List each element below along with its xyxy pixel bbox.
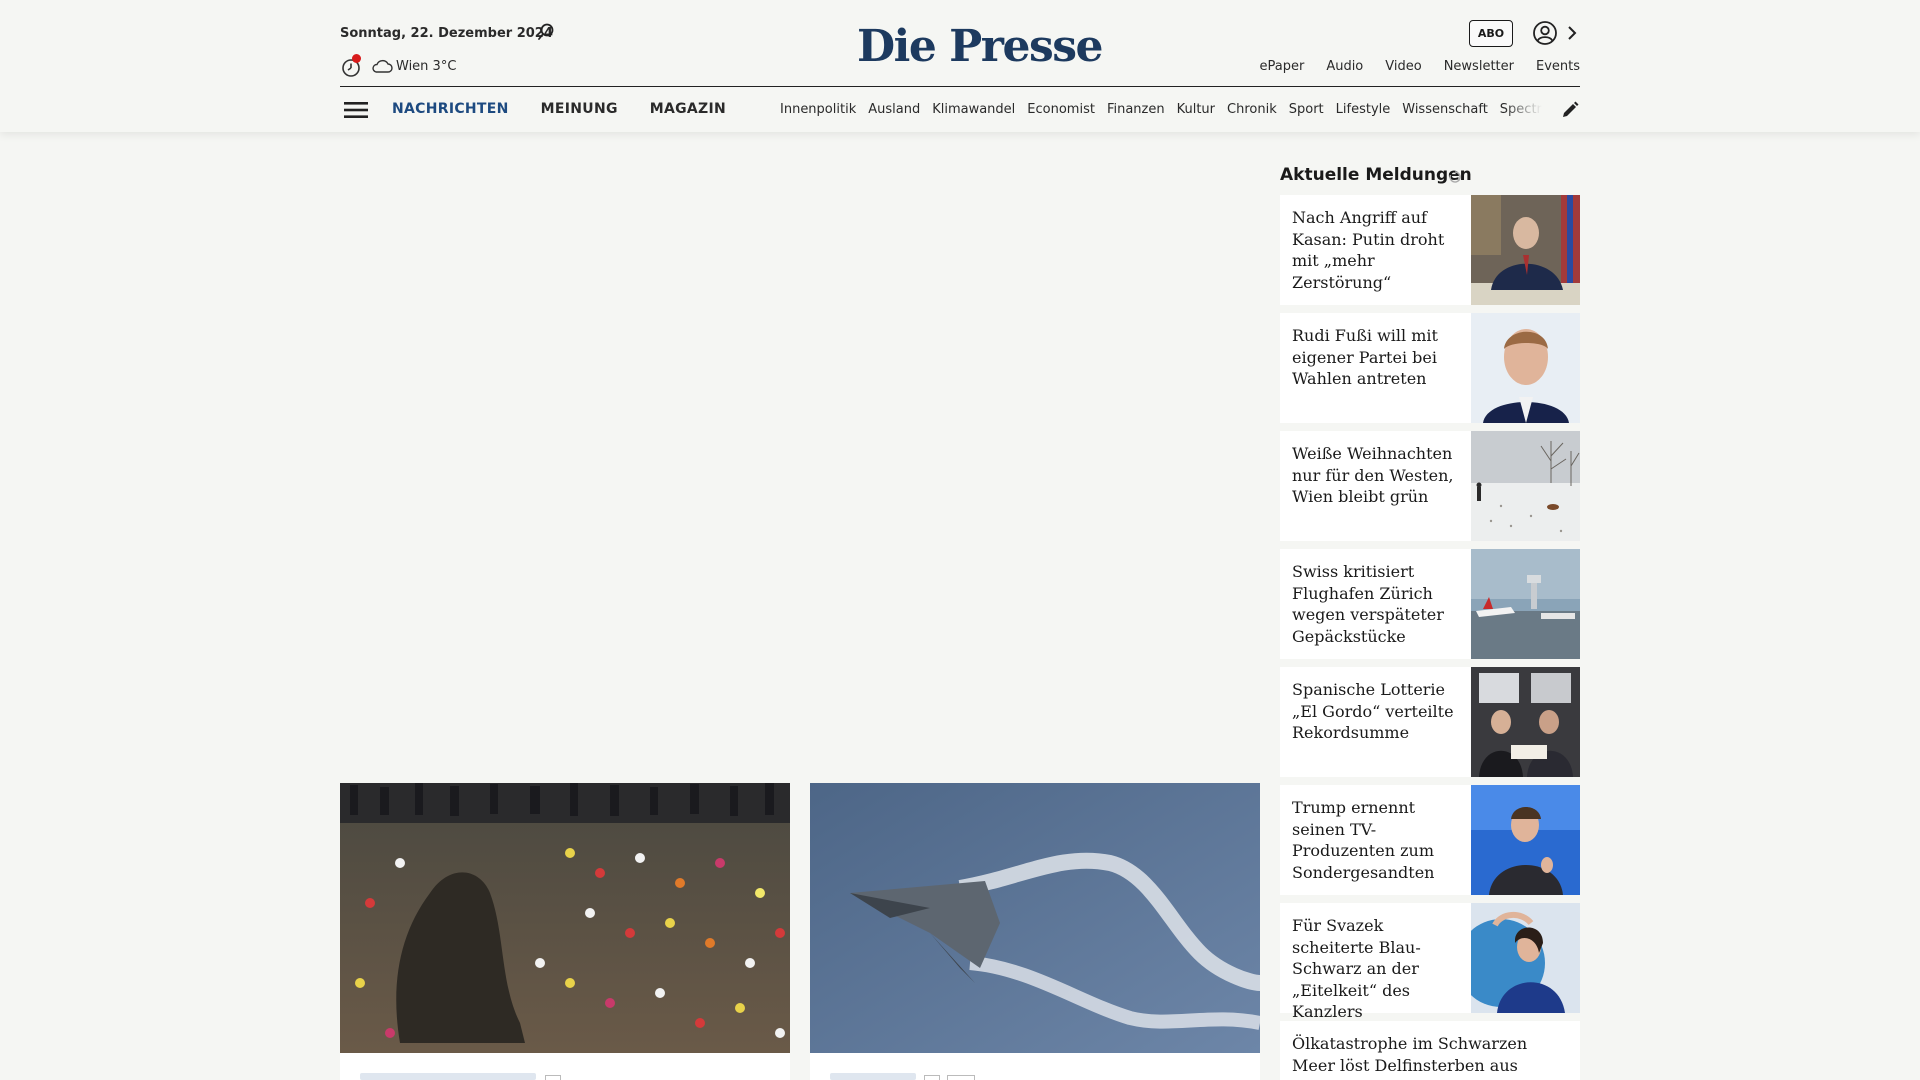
news-thumbnail [1471, 903, 1580, 1013]
subnav-kultur[interactable]: Kultur [1177, 102, 1215, 117]
subnav-ausland[interactable]: Ausland [868, 102, 920, 117]
news-thumbnail [1471, 313, 1580, 423]
current-date: Sonntag, 22. Dezember 2024 [340, 26, 553, 41]
abo-button[interactable]: ABO [1469, 20, 1513, 47]
section-nav: Innenpolitik Ausland Klimawandel Economi… [780, 102, 1542, 117]
news-headline: Ölkatastrophe im Schwarzen Meer löst Del… [1292, 1034, 1528, 1075]
news-headline: Swiss kritisiert Flughafen Zürich wegen … [1292, 562, 1444, 646]
article-card-image[interactable] [810, 783, 1260, 1053]
fighter-jet-photo [810, 783, 1260, 1053]
news-thumbnail [1471, 431, 1580, 541]
article-card-image[interactable] [340, 783, 790, 1053]
nav-magazin[interactable]: MAGAZIN [650, 101, 726, 117]
quicklink-video[interactable]: Video [1385, 59, 1421, 74]
news-item[interactable]: Swiss kritisiert Flughafen Zürich wegen … [1280, 549, 1580, 659]
subnav-sport[interactable]: Sport [1289, 102, 1324, 117]
news-thumbnail [1471, 667, 1580, 777]
politician-photo [1471, 903, 1580, 1013]
cloud-icon [372, 59, 393, 73]
news-item[interactable]: Spanische Lotterie „El Gordo“ verteilte … [1280, 667, 1580, 777]
news-headline: Weiße Weihnachten nur für den Westen, Wi… [1292, 444, 1454, 506]
search-icon[interactable] [536, 22, 556, 42]
subnav-innenpolitik[interactable]: Innenpolitik [780, 102, 856, 117]
news-item[interactable]: Weiße Weihnachten nur für den Westen, Wi… [1280, 431, 1580, 541]
subnav-lifestyle[interactable]: Lifestyle [1336, 102, 1391, 117]
notification-dot [352, 54, 361, 63]
news-headline: Nach Angriff auf Kasan: Putin droht mit … [1292, 208, 1445, 292]
news-headline: Spanische Lotterie „El Gordo“ verteilte … [1292, 680, 1454, 742]
subnav-finanzen[interactable]: Finanzen [1107, 102, 1165, 117]
subnav-chronik[interactable]: Chronik [1227, 102, 1277, 117]
article-card-badge [947, 1075, 975, 1080]
lottery-photo [1471, 667, 1580, 777]
news-item[interactable]: Rudi Fußi will mit eigener Partei bei Wa… [1280, 313, 1580, 423]
news-item[interactable]: Ölkatastrophe im Schwarzen Meer löst Del… [1280, 1021, 1580, 1080]
pencil-icon[interactable] [1561, 101, 1579, 119]
tv-producer-photo [1471, 785, 1580, 895]
news-item[interactable]: Für Svazek scheiterte Blau-Schwarz an de… [1280, 903, 1580, 1021]
nav-nachrichten[interactable]: NACHRICHTEN [392, 101, 509, 117]
portrait-photo [1471, 313, 1580, 423]
subnav-wissenschaft[interactable]: Wissenschaft [1402, 102, 1488, 117]
user-account-icon[interactable] [1532, 20, 1558, 46]
news-item[interactable]: Nach Angriff auf Kasan: Putin droht mit … [1280, 195, 1580, 305]
loading-spinner-icon [1449, 171, 1461, 183]
main-nav: NACHRICHTEN MEINUNG MAGAZIN [392, 101, 726, 117]
hamburger-menu-icon[interactable] [344, 101, 368, 119]
header-divider [340, 86, 1580, 87]
news-thumbnail [1471, 195, 1580, 305]
article-card-badge [924, 1075, 940, 1080]
putin-photo [1471, 195, 1580, 305]
article-card-tag [830, 1073, 916, 1080]
chevron-right-icon[interactable] [1566, 24, 1578, 42]
quicklink-events[interactable]: Events [1536, 59, 1580, 74]
news-thumbnail [1471, 785, 1580, 895]
memorial-flowers-photo [340, 783, 790, 1053]
article-card-badge [545, 1075, 561, 1080]
subnav-klimawandel[interactable]: Klimawandel [932, 102, 1015, 117]
winter-landscape-photo [1471, 431, 1580, 541]
quicklink-newsletter[interactable]: Newsletter [1444, 59, 1514, 74]
airport-photo [1471, 549, 1580, 659]
article-card-tag [360, 1073, 536, 1080]
subnav-economist[interactable]: Economist [1027, 102, 1095, 117]
quicklink-audio[interactable]: Audio [1326, 59, 1363, 74]
news-item[interactable]: Trump ernennt seinen TV-Produzenten zum … [1280, 785, 1580, 895]
subnav-spectrum[interactable]: Spectrum [1500, 102, 1542, 117]
news-headline: Für Svazek scheiterte Blau-Schwarz an de… [1292, 916, 1421, 1021]
sidebar-title: Aktuelle Meldungen [1280, 165, 1472, 185]
news-headline: Trump ernennt seinen TV-Produzenten zum … [1292, 798, 1435, 882]
news-thumbnail [1471, 549, 1580, 659]
nav-meinung[interactable]: MEINUNG [541, 101, 618, 117]
weather-info[interactable]: Wien 3°C [396, 59, 456, 74]
quicklink-epaper[interactable]: ePaper [1259, 59, 1304, 74]
quicklinks-nav: ePaper Audio Video Newsletter Events [1259, 59, 1580, 74]
site-logo[interactable]: Die Presse [857, 21, 1103, 72]
news-headline: Rudi Fußi will mit eigener Partei bei Wa… [1292, 326, 1438, 388]
